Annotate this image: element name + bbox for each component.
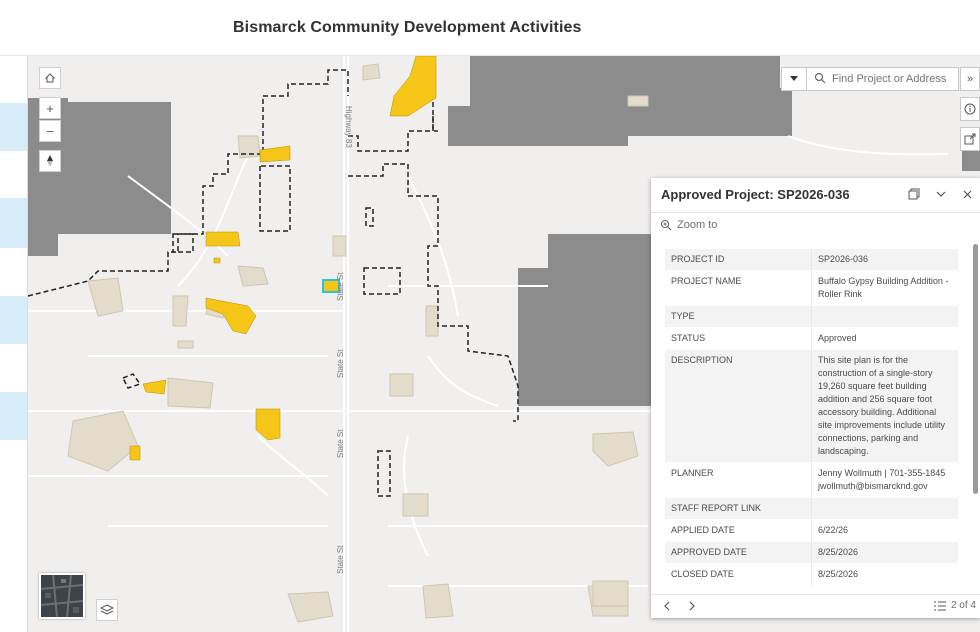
- field-name: PLANNER: [665, 462, 812, 498]
- feature-count: 2 of 4: [950, 600, 976, 611]
- zoom-out-button[interactable]: −: [39, 120, 61, 142]
- home-button[interactable]: [39, 67, 61, 89]
- table-row: TYPE: [665, 305, 958, 328]
- project-parcel: [205, 231, 241, 247]
- project-parcel: [389, 56, 437, 117]
- dock-button[interactable]: [906, 186, 922, 202]
- project-parcel: [129, 445, 141, 461]
- search-input[interactable]: [832, 70, 956, 88]
- search-widget: [781, 67, 959, 91]
- app-title: Bismarck Community Development Activitie…: [233, 19, 582, 36]
- field-name: STATUS: [665, 327, 812, 350]
- previous-feature-button[interactable]: [659, 598, 675, 614]
- share-button[interactable]: [960, 127, 980, 151]
- zoom-to-button[interactable]: Zoom to: [660, 219, 717, 231]
- basemap-thumbnail: [41, 575, 83, 617]
- zoom-to-label: Zoom to: [677, 219, 718, 231]
- list-icon: [933, 601, 946, 610]
- compass-button[interactable]: [39, 150, 61, 172]
- road-label: State St: [336, 349, 345, 378]
- field-name: TYPE: [665, 305, 812, 328]
- layers-button[interactable]: [96, 599, 118, 621]
- search-source-dropdown[interactable]: [782, 68, 807, 90]
- field-value: SP2026-036: [811, 249, 958, 271]
- field-value: Approved: [811, 327, 958, 350]
- road-label: State St: [336, 272, 345, 301]
- popup-title: Approved Project: SP2026-036: [661, 187, 850, 202]
- layers-icon: [100, 604, 114, 615]
- chevron-right-icon: [689, 601, 695, 611]
- outside-area-e: [518, 234, 652, 406]
- table-row: PROJECT ID SP2026-036: [665, 249, 958, 271]
- dock-icon: [908, 188, 920, 200]
- project-parcel: [255, 408, 281, 441]
- field-name: PROJECT ID: [665, 249, 812, 271]
- project-parcel: [142, 379, 167, 395]
- field-value: This site plan is for the construction o…: [811, 349, 958, 463]
- popup-footer: 2 of 4: [651, 594, 980, 619]
- table-row: STATUS Approved: [665, 327, 958, 350]
- share-icon: [964, 133, 976, 145]
- collapse-button[interactable]: [933, 186, 949, 202]
- close-icon: [963, 190, 971, 198]
- list-item[interactable]: [0, 296, 27, 344]
- table-row: PROJECT NAME Buffalo Gypsy Building Addit…: [665, 270, 958, 306]
- compass-icon: [47, 155, 53, 167]
- next-feature-button[interactable]: [684, 598, 700, 614]
- road-label: State St: [336, 429, 345, 458]
- project-parcel: [259, 145, 291, 163]
- feature-pager[interactable]: 2 of 4: [933, 600, 976, 611]
- caret-down-icon: [790, 76, 798, 81]
- info-icon: [964, 103, 976, 115]
- app-header: Bismarck Community Development Activitie…: [0, 0, 980, 56]
- table-row: PLANNER Jenny Wollmuth | 701-355-1845 jwo…: [665, 462, 958, 498]
- field-name: PROJECT NAME: [665, 270, 812, 306]
- expand-panel-button[interactable]: »: [960, 67, 980, 91]
- feature-popup: Approved Project: SP2026-036 Zoom to PRO…: [651, 178, 980, 618]
- field-name: APPLIED DATE: [665, 519, 812, 542]
- field-name: STAFF REPORT LINK: [665, 497, 812, 520]
- search-icon: [814, 72, 826, 84]
- outside-area-ne: [448, 56, 792, 146]
- chevron-left-icon: [664, 601, 670, 611]
- field-value: Buffalo Gypsy Building Addition - Roller…: [811, 270, 958, 306]
- close-button[interactable]: [959, 186, 975, 202]
- table-row: STAFF REPORT LINK: [665, 497, 958, 520]
- home-icon: [44, 73, 56, 83]
- road-label: Highway 83: [344, 106, 353, 148]
- road-label: State St: [336, 545, 345, 574]
- zoom-to-icon: [660, 219, 672, 231]
- field-value: Jenny Wollmuth | 701-355-1845 jwollmuth@…: [811, 462, 958, 498]
- field-name: CLOSED DATE: [665, 563, 812, 586]
- list-item[interactable]: [0, 103, 27, 151]
- table-row: APPLIED DATE 6/22/26: [665, 519, 958, 542]
- info-button[interactable]: [960, 97, 980, 121]
- zoom-in-button[interactable]: +: [39, 97, 61, 119]
- basemap-toggle[interactable]: [39, 573, 85, 619]
- table-row: APPROVED DATE 8/25/2026: [665, 541, 958, 564]
- field-value: 8/25/2026: [811, 541, 958, 564]
- project-list-panel: [0, 56, 28, 632]
- project-parcel: [213, 257, 221, 264]
- list-item[interactable]: [0, 392, 27, 440]
- table-row: DESCRIPTION This site plan is for the con…: [665, 349, 958, 463]
- list-item[interactable]: [0, 198, 27, 248]
- attribute-table: PROJECT ID SP2026-036 PROJECT NAME Buffalo…: [665, 249, 967, 594]
- field-value: [811, 305, 958, 328]
- field-value: 8/25/2026: [811, 563, 958, 586]
- table-row: CLOSED DATE 8/25/2026: [665, 563, 958, 586]
- field-value[interactable]: [811, 497, 958, 520]
- chevron-down-icon: [936, 191, 946, 197]
- field-name: APPROVED DATE: [665, 541, 812, 564]
- field-name: DESCRIPTION: [665, 349, 812, 463]
- field-value: 6/22/26: [811, 519, 958, 542]
- popup-scrollbar[interactable]: [973, 244, 978, 494]
